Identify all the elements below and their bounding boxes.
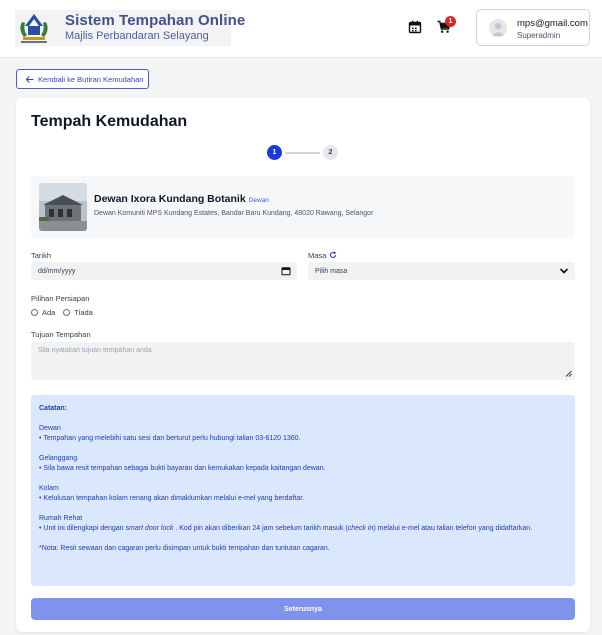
cart-count-badge: 1 — [445, 16, 456, 27]
radio-button[interactable] — [63, 309, 71, 316]
notes-footnote: *Nota: Resit sewaan dan cagaran perlu di… — [39, 545, 330, 552]
facility-name-text: Dewan Ixora Kundang Botanik — [94, 193, 246, 205]
facility-photo — [39, 183, 87, 231]
notes-heading-rumah-rehat: Rumah Rehat — [39, 515, 83, 522]
time-label: Masa — [308, 251, 337, 260]
arrow-left-icon — [25, 75, 34, 83]
purpose-textarea[interactable]: Sila nyatakan tujuan tempahan anda — [31, 342, 575, 380]
calendar-picker-icon[interactable] — [281, 266, 291, 276]
refresh-icon[interactable] — [329, 251, 337, 259]
notes-text-kolam: • Kelulusan tempahan kolam renang akan d… — [39, 495, 305, 502]
step-1-indicator: 1 — [267, 145, 282, 160]
radio-label: Ada — [42, 308, 56, 317]
preparation-label: Pilihan Persiapan — [31, 294, 90, 303]
stepper-connector — [285, 152, 320, 154]
notes-heading-kolam: Kolam — [39, 485, 59, 492]
date-input-value: dd/mm/yyyy — [38, 267, 76, 275]
notes-title: Catatan: — [39, 405, 68, 412]
app-title: Sistem Tempahan Online — [65, 12, 246, 29]
resize-handle-icon[interactable] — [565, 370, 572, 377]
radio-button[interactable] — [31, 309, 38, 316]
notes-heading-gelanggang: Gelanggang — [39, 455, 78, 462]
time-select[interactable]: Pilih masa — [308, 262, 575, 280]
notes-text-rumah-rehat: • Unit ini dilengkapi dengan smart door … — [39, 525, 533, 532]
notes-text-dewan: • Tempahan yang melebihi satu sesi dan b… — [39, 435, 301, 442]
facility-name: Dewan Ixora Kundang Botanik Dewan — [94, 193, 269, 205]
calendar-icon[interactable] — [408, 20, 422, 34]
radio-label: Tiada — [74, 308, 93, 317]
facility-address: Dewan Komuniti MPS Kundang Estates, Band… — [94, 210, 374, 217]
facility-summary: Dewan Ixora Kundang Botanik Dewan Dewan K… — [31, 176, 574, 238]
back-button-label: Kembali ke Butiran Kemudahan — [38, 74, 144, 84]
facility-type-tag: Dewan — [248, 197, 269, 204]
avatar — [489, 19, 507, 37]
date-input[interactable]: dd/mm/yyyy — [31, 262, 297, 280]
top-header: Sistem Tempahan Online Majlis Perbandara… — [0, 0, 602, 58]
preparation-radio-group: Ada Tiada — [31, 308, 93, 317]
user-email: mps@gmail.com — [517, 18, 588, 29]
next-button[interactable]: Seterusnya — [31, 598, 575, 620]
notes-heading-dewan: Dewan — [39, 425, 61, 432]
preparation-option-tiada[interactable]: Tiada — [63, 308, 93, 317]
council-crest-icon — [15, 10, 53, 46]
user-role: Superadmin — [517, 31, 561, 40]
chevron-down-icon — [560, 268, 568, 274]
date-label: Tarikh — [31, 251, 52, 260]
time-select-value: Pilih masa — [315, 267, 348, 275]
booking-card: Tempah Kemudahan 1 2 Dewan Ixora Kundang… — [16, 98, 590, 632]
app-subtitle: Majlis Perbandaran Selayang — [65, 30, 209, 42]
page-title: Tempah Kemudahan — [31, 113, 188, 130]
preparation-option-ada[interactable]: Ada — [31, 308, 55, 317]
time-label-text: Masa — [308, 251, 327, 260]
app-logo[interactable]: Sistem Tempahan Online Majlis Perbandara… — [15, 10, 245, 46]
user-avatar-icon — [491, 22, 505, 36]
notes-panel: Catatan: Dewan • Tempahan yang melebihi … — [31, 395, 575, 586]
step-2-indicator: 2 — [323, 145, 338, 160]
notes-text-gelanggang: • Sila bawa resit tempahan sebagai bukti… — [39, 465, 326, 472]
purpose-placeholder: Sila nyatakan tujuan tempahan anda — [38, 347, 152, 354]
user-menu[interactable]: mps@gmail.com Superadmin — [476, 9, 590, 46]
purpose-label: Tujuan Tempahan — [31, 330, 91, 339]
back-to-facility-button[interactable]: Kembali ke Butiran Kemudahan — [16, 69, 149, 89]
